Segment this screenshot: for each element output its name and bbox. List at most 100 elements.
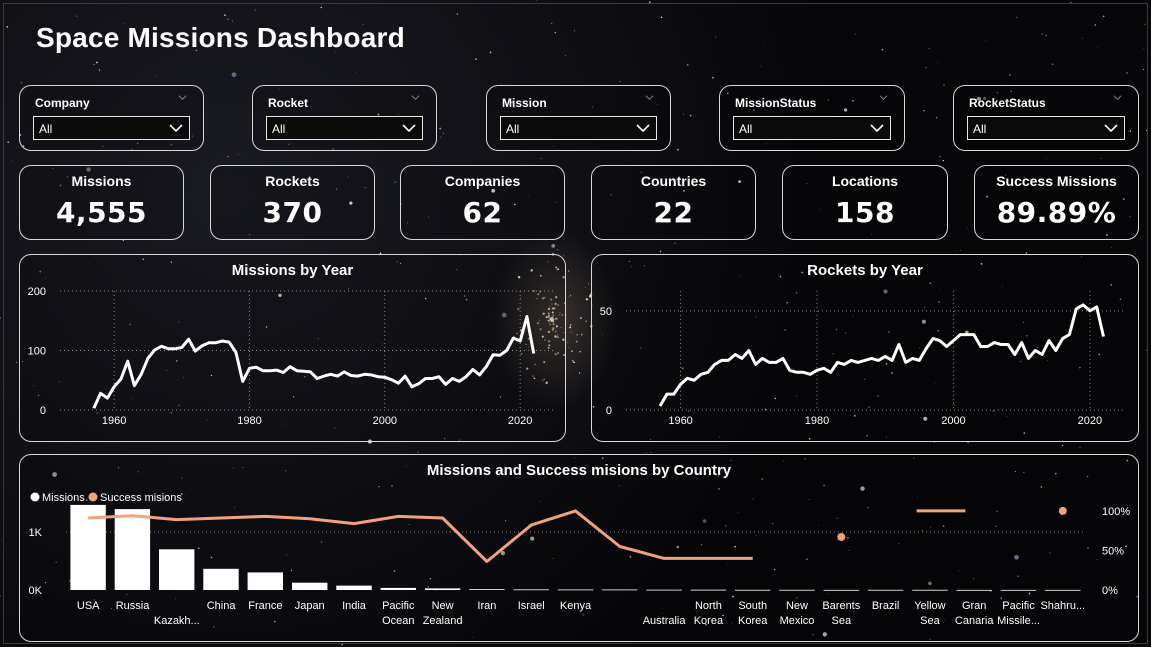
- bar-missions: [646, 589, 682, 591]
- bar-missions: [690, 589, 727, 591]
- x-category-label: New: [432, 600, 454, 612]
- x-category-label: Korea: [738, 615, 768, 627]
- x-category-label: Ocean: [382, 615, 414, 627]
- kpi-value: 89.89%: [996, 196, 1117, 229]
- page-title: Space Missions Dashboard: [36, 22, 405, 53]
- x-category-label: Zealand: [423, 615, 463, 627]
- bar-missions: [380, 587, 416, 590]
- slicer-value: All: [39, 122, 53, 136]
- bar-missions: [336, 585, 372, 590]
- slicer-dropdown[interactable]: All: [733, 116, 891, 140]
- point-success: [837, 533, 846, 541]
- chevron-down-icon[interactable]: [178, 93, 187, 102]
- kpi-value: 370: [262, 196, 323, 229]
- chevron-down-icon[interactable]: [1113, 93, 1122, 102]
- y-tick-label-right: 100%: [1102, 506, 1130, 518]
- x-tick-label: 2000: [941, 415, 965, 427]
- kpi-companies: Companies 62: [400, 165, 565, 240]
- legend-marker-missions: [30, 492, 40, 502]
- bar-missions: [114, 509, 151, 590]
- slicer-label: Mission: [502, 96, 547, 110]
- kpi-label: Success Missions: [996, 173, 1117, 189]
- chevron-down-icon[interactable]: [879, 93, 888, 102]
- x-category-label: China: [207, 600, 237, 612]
- kpi-value: 62: [462, 196, 503, 229]
- bar-missions: [779, 589, 815, 591]
- slicer-missionstatus[interactable]: MissionStatus All: [719, 85, 905, 151]
- x-tick-label: 2020: [1078, 415, 1102, 427]
- x-category-label: Kazakh...: [154, 615, 200, 627]
- bar-missions: [557, 589, 594, 591]
- bar-missions: [469, 589, 505, 590]
- x-category-label: Russia: [116, 600, 151, 612]
- x-category-label: Missile...: [997, 615, 1040, 627]
- bar-missions: [867, 589, 904, 591]
- rockets-by-year-plot: 0 50 1960 1980 2000 2020: [600, 291, 1124, 427]
- chart-missions-by-year[interactable]: Missions by Year 0 100 200 1960 1980 2000 2020: [19, 254, 566, 442]
- x-category-label: Israel: [518, 600, 545, 612]
- x-category-label: Yellow: [914, 600, 945, 612]
- bar-missions: [1045, 589, 1081, 591]
- x-tick-label: 2020: [508, 415, 532, 427]
- chart-missions-by-country[interactable]: Missions and Success misions by Country …: [19, 454, 1139, 642]
- slicer-label: RocketStatus: [969, 96, 1046, 110]
- x-category-label: India: [342, 600, 367, 612]
- kpi-success-missions: Success Missions 89.89%: [974, 165, 1139, 240]
- bar-missions: [602, 589, 638, 591]
- series-line: [92, 315, 536, 409]
- bar-missions: [513, 589, 549, 591]
- slicer-label: Company: [35, 96, 90, 110]
- x-category-label: Australia: [643, 615, 687, 627]
- bar-missions: [159, 549, 195, 590]
- kpi-rockets: Rockets 370: [210, 165, 375, 240]
- chart-rockets-by-year[interactable]: Rockets by Year 0 50 1960 1980 2000 2020: [591, 254, 1139, 442]
- chevron-down-icon: [870, 124, 884, 133]
- slicer-rocketstatus[interactable]: RocketStatus All: [953, 85, 1139, 151]
- slicer-dropdown[interactable]: All: [266, 116, 423, 140]
- chevron-down-icon[interactable]: [411, 93, 420, 102]
- slicer-mission[interactable]: Mission All: [486, 85, 671, 151]
- slicer-dropdown[interactable]: All: [967, 116, 1125, 140]
- bar-missions: [424, 588, 461, 590]
- slicer-value: All: [272, 122, 286, 136]
- slicer-rocket[interactable]: Rocket All: [252, 85, 437, 151]
- x-category-label: Korea: [694, 615, 724, 627]
- kpi-countries: Countries 22: [591, 165, 756, 240]
- star: [341, 644, 343, 646]
- y-tick-label: 0: [606, 405, 612, 417]
- x-tick-label: 1960: [102, 415, 126, 427]
- x-category-label: North: [695, 600, 722, 612]
- x-category-label: Sea: [832, 615, 852, 627]
- x-category-label: South: [738, 600, 767, 612]
- bar-missions: [956, 589, 992, 591]
- x-category-label: New: [786, 600, 808, 612]
- x-category-label: Pacific: [382, 600, 415, 612]
- kpi-value: 158: [835, 196, 895, 229]
- y-tick-label-right: 0%: [1102, 585, 1118, 597]
- x-category-label: Barents: [822, 600, 860, 612]
- slicer-label: MissionStatus: [735, 96, 817, 110]
- x-tick-label: 1960: [668, 415, 692, 427]
- chevron-down-icon[interactable]: [645, 93, 654, 102]
- y-tick-label: 100: [28, 346, 46, 358]
- slicer-dropdown[interactable]: All: [33, 116, 190, 140]
- x-category-label: USA: [77, 600, 100, 612]
- kpi-label: Companies: [444, 173, 521, 189]
- x-category-label: Japan: [295, 600, 325, 612]
- y-tick-label: 0: [40, 405, 46, 417]
- bar-missions: [1000, 589, 1037, 591]
- bar-missions: [735, 589, 771, 591]
- x-category-label: France: [248, 600, 282, 612]
- slicer-label: Rocket: [268, 96, 309, 110]
- y-tick-label-left: 1K: [29, 527, 43, 539]
- kpi-label: Missions: [71, 173, 132, 189]
- slicer-company[interactable]: Company All: [19, 85, 204, 151]
- slicer-dropdown[interactable]: All: [500, 116, 657, 140]
- chevron-down-icon: [636, 124, 650, 133]
- missions-by-year-plot: 0 100 200 1960 1980 2000 2020: [28, 286, 554, 427]
- x-category-label: Shahru...: [1040, 600, 1085, 612]
- x-category-label: Pacific: [1002, 600, 1035, 612]
- slicer-value: All: [506, 122, 520, 136]
- y-tick-label-right: 50%: [1102, 545, 1124, 557]
- y-tick-label-left: 0K: [29, 585, 43, 597]
